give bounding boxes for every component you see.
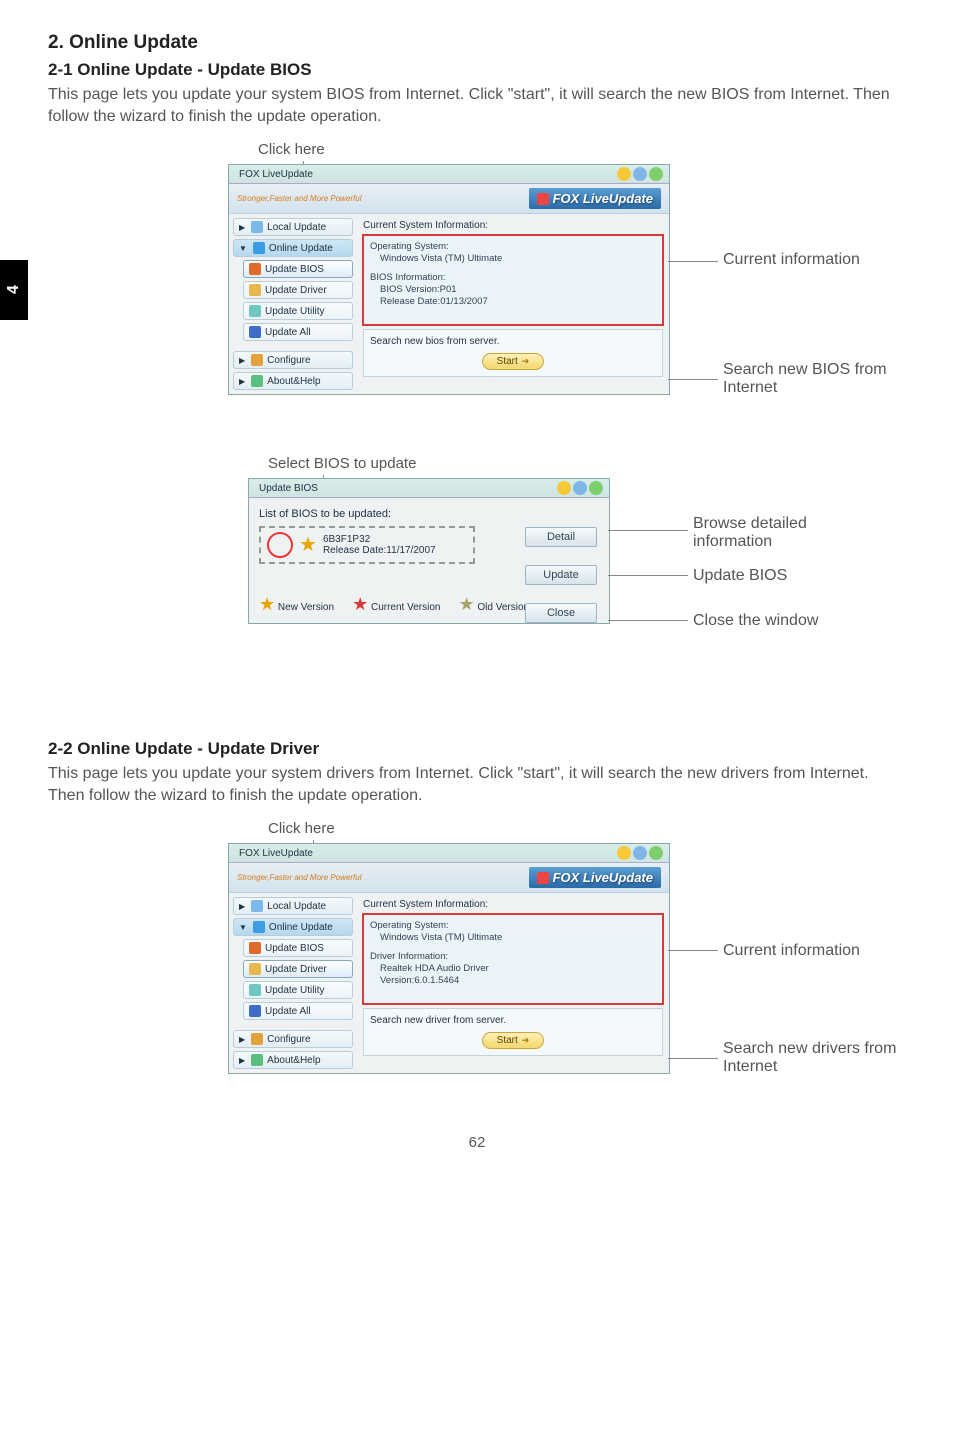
app-window-driver: FOX LiveUpdate Stronger,Faster and More …: [228, 843, 670, 1074]
sidebar-item-configure[interactable]: ▶Configure: [233, 1030, 353, 1048]
sidebar-item-about-help[interactable]: ▶About&Help: [233, 1051, 353, 1069]
sub1-body: This page lets you update your system BI…: [48, 84, 906, 127]
callout-current-info-2: Current information: [723, 942, 860, 960]
callout-search-drivers: Search new drivers from Internet: [723, 1040, 903, 1076]
sidebar: ▶Local Update ▼Online Update Update BIOS…: [229, 214, 357, 394]
update-button[interactable]: Update: [525, 565, 597, 585]
callout-select-bios: Select BIOS to update: [268, 455, 906, 472]
bios-date: Release Date:11/17/2007: [323, 545, 436, 556]
list-label: List of BIOS to be updated:: [259, 508, 599, 520]
window-controls: [617, 167, 663, 181]
callout-update-bios: Update BIOS: [693, 567, 787, 585]
page-number: 62: [48, 1134, 906, 1151]
sidebar-item-update-driver[interactable]: Update Driver: [243, 960, 353, 978]
bios-name: 6B3F1P32: [323, 534, 436, 545]
sidebar-item-update-all[interactable]: Update All: [243, 323, 353, 341]
fox-icon: [537, 193, 549, 205]
sidebar-item-about-help[interactable]: ▶About&Help: [233, 372, 353, 390]
callout-search-bios: Search new BIOS from Internet: [723, 361, 903, 397]
search-box: Search new bios from server. Start: [363, 329, 663, 377]
sub1-title: 2-1 Online Update - Update BIOS: [48, 60, 906, 80]
maximize-icon[interactable]: [633, 167, 647, 181]
sub2-body: This page lets you update your system dr…: [48, 763, 906, 806]
sidebar-item-update-all[interactable]: Update All: [243, 1002, 353, 1020]
maximize-icon[interactable]: [633, 846, 647, 860]
start-button[interactable]: Start: [482, 353, 545, 370]
tagline: Stronger,Faster and More Powerful: [237, 194, 362, 203]
sidebar-item-configure[interactable]: ▶Configure: [233, 351, 353, 369]
tagline: Stronger,Faster and More Powerful: [237, 873, 362, 882]
sidebar-item-update-utility[interactable]: Update Utility: [243, 302, 353, 320]
minimize-icon[interactable]: [617, 846, 631, 860]
callout-click-here-2: Click here: [268, 820, 906, 837]
dialog-update-bios: Update BIOS List of BIOS to be updated: …: [248, 478, 610, 624]
search-label: Search new driver from server.: [370, 1015, 656, 1026]
start-button[interactable]: Start: [482, 1032, 545, 1049]
bios-list-item[interactable]: ★ 6B3F1P32 Release Date:11/17/2007: [259, 526, 475, 564]
star-icon: ★: [299, 538, 317, 552]
fox-icon: [537, 872, 549, 884]
select-circle-icon: [267, 532, 293, 558]
minimize-icon[interactable]: [617, 167, 631, 181]
close-icon[interactable]: [649, 846, 663, 860]
info-box: Operating System: Windows Vista (TM) Ult…: [363, 914, 663, 1004]
close-button[interactable]: Close: [525, 603, 597, 623]
dialog-title: Update BIOS: [259, 483, 318, 494]
sidebar-item-update-bios[interactable]: Update BIOS: [243, 939, 353, 957]
callout-current-info: Current information: [723, 251, 860, 269]
detail-button[interactable]: Detail: [525, 527, 597, 547]
sidebar-item-update-driver[interactable]: Update Driver: [243, 281, 353, 299]
brand-badge: FOX LiveUpdate: [529, 188, 661, 209]
close-icon[interactable]: [649, 167, 663, 181]
sidebar-item-update-bios[interactable]: Update BIOS: [243, 260, 353, 278]
brand-badge: FOX LiveUpdate: [529, 867, 661, 888]
callout-click-here: Click here: [258, 141, 906, 158]
info-box: Operating System: Windows Vista (TM) Ult…: [363, 235, 663, 325]
search-label: Search new bios from server.: [370, 336, 656, 347]
section-title: 2. Online Update: [48, 32, 906, 54]
window-title: FOX LiveUpdate: [239, 848, 313, 859]
sidebar-item-update-utility[interactable]: Update Utility: [243, 981, 353, 999]
info-header: Current System Information:: [363, 899, 663, 910]
app-window-bios: FOX LiveUpdate Stronger,Faster and More …: [228, 164, 670, 395]
info-header: Current System Information:: [363, 220, 663, 231]
callout-browse-detailed: Browse detailed information: [693, 515, 853, 551]
sidebar-item-online-update[interactable]: ▼Online Update: [233, 918, 353, 936]
sidebar-item-online-update[interactable]: ▼Online Update: [233, 239, 353, 257]
minimize-icon[interactable]: [557, 481, 571, 495]
chapter-tab: 4: [0, 260, 28, 320]
sidebar-item-local-update[interactable]: ▶Local Update: [233, 218, 353, 236]
close-icon[interactable]: [589, 481, 603, 495]
sub2-title: 2-2 Online Update - Update Driver: [48, 739, 906, 759]
sidebar-item-local-update[interactable]: ▶Local Update: [233, 897, 353, 915]
window-title: FOX LiveUpdate: [239, 169, 313, 180]
callout-close-window: Close the window: [693, 612, 818, 630]
maximize-icon[interactable]: [573, 481, 587, 495]
